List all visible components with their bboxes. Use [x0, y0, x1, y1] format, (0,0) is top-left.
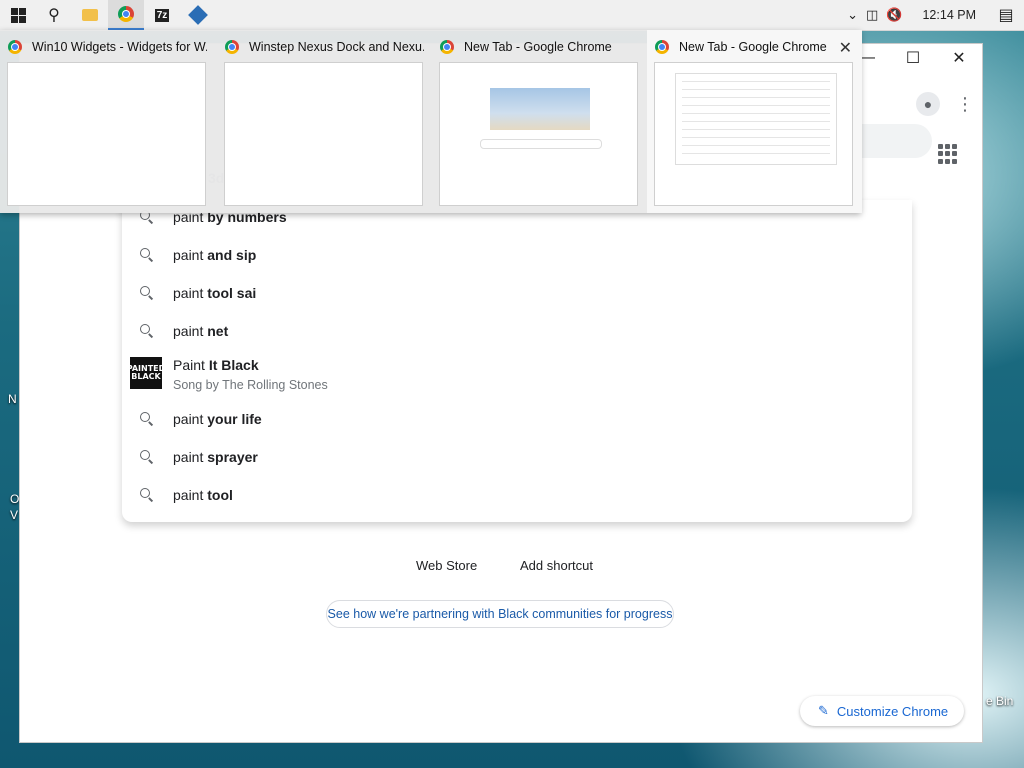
thumbnail-preview[interactable]: [225, 63, 422, 205]
suggestion-item[interactable]: paint and sip: [122, 236, 912, 274]
suggestion-item[interactable]: paint net: [122, 312, 912, 350]
thumbnail-item[interactable]: Win10 Widgets - Widgets for W...: [0, 30, 215, 213]
rich-title: Paint It Black: [173, 357, 259, 373]
chrome-taskbar-button[interactable]: [108, 0, 144, 30]
close-icon[interactable]: ✕: [839, 38, 852, 58]
suggestion-item[interactable]: paint tool sai: [122, 274, 912, 312]
7zip-taskbar-button[interactable]: 7z: [144, 0, 180, 30]
7z-icon: 7z: [154, 8, 170, 22]
close-icon[interactable]: ✕: [936, 44, 982, 72]
shortcut-web-store[interactable]: Web Store: [416, 558, 477, 573]
search-icon: [140, 412, 154, 426]
thumbnail-preview[interactable]: [655, 63, 852, 205]
chrome-icon: [440, 40, 454, 54]
search-icon: [140, 450, 154, 464]
system-tray: ⌄ ◫ 🔇: [847, 0, 916, 30]
customize-chrome-button[interactable]: ✎ Customize Chrome: [800, 696, 964, 726]
suggestion-item[interactable]: paint tool: [122, 476, 912, 514]
notifications-icon[interactable]: ▤: [988, 0, 1024, 30]
search-icon: [140, 324, 154, 338]
window-controls: — ☐ ✕: [844, 44, 982, 72]
desktop-icon-label[interactable]: V: [10, 508, 18, 522]
recycle-bin-label[interactable]: e Bin: [986, 694, 1013, 708]
start-button[interactable]: [0, 0, 36, 30]
suggestion-item[interactable]: paint sprayer: [122, 438, 912, 476]
search-icon: [140, 248, 154, 262]
thumbnail-preview[interactable]: [440, 63, 637, 205]
customize-label: Customize Chrome: [836, 703, 949, 719]
thumbnail-item[interactable]: New Tab - Google Chrome ✕: [647, 30, 862, 213]
profile-avatar-icon[interactable]: ●: [916, 92, 940, 116]
taskbar-thumbnails: Win10 Widgets - Widgets for W... Winstep…: [0, 30, 862, 213]
thumbnail-item[interactable]: New Tab - Google Chrome: [432, 30, 647, 213]
chrome-icon: [225, 40, 239, 54]
file-explorer-button[interactable]: [72, 0, 108, 30]
search-icon: ⚲: [48, 7, 60, 24]
partner-link[interactable]: See how we're partnering with Black comm…: [326, 600, 674, 628]
virtualbox-icon: [188, 5, 208, 25]
omnibox-suggestions: paint by numbers paint and sip paint too…: [122, 200, 912, 522]
network-icon[interactable]: ◫: [866, 7, 878, 23]
search-button[interactable]: ⚲: [36, 0, 72, 30]
rich-subtitle: Song by The Rolling Stones: [173, 378, 328, 392]
chrome-icon: [655, 40, 669, 54]
desktop-icon-label[interactable]: N: [8, 392, 17, 406]
chrome-icon: [118, 6, 134, 22]
search-icon: [140, 286, 154, 300]
chrome-icon: [8, 40, 22, 54]
search-icon: [140, 488, 154, 502]
shortcut-add[interactable]: Add shortcut: [520, 558, 593, 573]
folder-icon: [82, 9, 98, 21]
thumbnail-preview[interactable]: [8, 63, 205, 205]
album-thumbnail: PAINTED BLACK: [127, 357, 165, 389]
volume-muted-icon[interactable]: 🔇: [886, 7, 902, 23]
taskbar: ⚲ 7z ⌄ ◫ 🔇 12:14 PM ▤: [0, 0, 1024, 31]
chevron-up-icon[interactable]: ⌄: [847, 7, 858, 23]
desktop-icon-label[interactable]: O: [10, 492, 19, 506]
windows-logo-icon: [10, 7, 26, 23]
google-apps-icon[interactable]: [938, 144, 958, 164]
thumbnail-item[interactable]: Winstep Nexus Dock and Nexu...: [217, 30, 432, 213]
suggestion-item[interactable]: paint your life: [122, 400, 912, 438]
maximize-icon[interactable]: ☐: [890, 44, 936, 72]
taskbar-clock[interactable]: 12:14 PM: [916, 8, 988, 22]
pencil-icon: ✎: [818, 703, 829, 718]
chrome-menu-icon[interactable]: ⋮: [956, 92, 974, 116]
virtualbox-taskbar-button[interactable]: [180, 0, 216, 30]
